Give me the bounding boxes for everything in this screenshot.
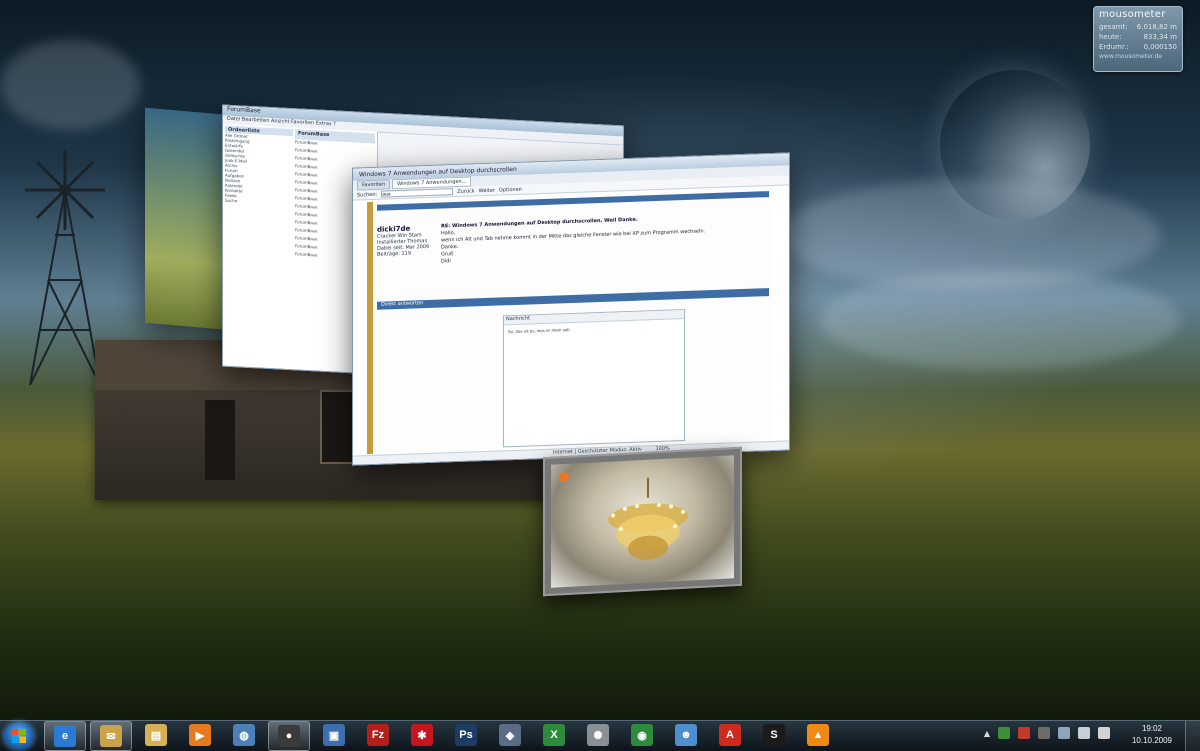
show-desktop-button[interactable] <box>1185 721 1200 751</box>
clock[interactable]: 19:02 10.10.2009 <box>1132 723 1172 747</box>
system-tray: ▲ <box>984 727 1110 739</box>
globe-icon: ◍ <box>233 724 255 746</box>
explorer-icon: ▤ <box>145 724 167 746</box>
gadget-value: 833,34 m <box>1143 33 1177 41</box>
taskbar-app-remote[interactable]: ▣ <box>314 721 354 749</box>
taskbar-app-satellite[interactable]: ✺ <box>578 721 618 749</box>
internet-explorer-icon: e <box>54 725 76 747</box>
post-body: RE: Windows 7 Anwendungen auf Desktop du… <box>441 212 767 265</box>
media-player-icon: ▶ <box>189 724 211 746</box>
browser-window[interactable]: Windows 7 Anwendungen auf Desktop durchs… <box>352 152 790 466</box>
tray-app-icon[interactable] <box>998 727 1010 739</box>
clock-date: 10.10.2009 <box>1131 736 1172 745</box>
eye-icon: ◉ <box>631 724 653 746</box>
messenger-icon: ☻ <box>675 724 697 746</box>
photo-viewer-window[interactable] <box>543 446 742 597</box>
flag-icon[interactable] <box>1098 727 1110 739</box>
start-button[interactable] <box>4 722 34 750</box>
taskbar-app-explorer[interactable]: ▤ <box>136 721 176 749</box>
steam-icon: S <box>763 724 785 746</box>
back-button[interactable]: Zurück <box>457 188 474 195</box>
gadget-title: mousometer <box>1099 9 1166 20</box>
taskbar-app-globe[interactable]: ◍ <box>224 721 264 749</box>
gadget-label: heute: <box>1099 33 1122 41</box>
moon <box>940 70 1090 220</box>
author-meta: Beiträge: 119 <box>377 250 412 258</box>
taskbar-app-excel[interactable]: X <box>534 721 574 749</box>
excel-icon: X <box>543 724 565 746</box>
satellite-icon: ✺ <box>587 724 609 746</box>
gadget-value: 6.018,82 m <box>1136 23 1177 31</box>
gadget-label: gesamt: <box>1099 23 1128 31</box>
search-input[interactable] <box>381 188 454 198</box>
tray-app-icon[interactable] <box>1038 727 1050 739</box>
cloud <box>0 40 140 130</box>
taskbar-app-steam[interactable]: S <box>754 721 794 749</box>
taskbar-app-filezilla[interactable]: Fz <box>358 721 398 749</box>
taskbar-app-vlc[interactable]: ▲ <box>798 721 838 749</box>
acrobat-icon: A <box>719 724 741 746</box>
gadget-row: heute: 833,34 m <box>1094 32 1182 42</box>
chandelier-image <box>608 477 688 560</box>
gadget-value: 0,000150 <box>1143 43 1177 51</box>
photoshop-icon: Ps <box>455 724 477 746</box>
clock-time: 19:02 <box>1141 724 1162 733</box>
taskbar-app-media-player[interactable]: ▶ <box>180 721 220 749</box>
taskbar: e ✉ ▤ ▶ ◍ ● ▣ Fz ✱ Ps ◆ X ✺ ◉ ☻ A S ▲ ▲ 19:02 10.10.2009 <box>0 720 1200 751</box>
tab-favorites[interactable]: Favoriten <box>357 179 391 191</box>
taskbar-app-box-app[interactable]: ◆ <box>490 721 530 749</box>
filezilla-icon: Fz <box>367 724 389 746</box>
search-label: Suchen: <box>357 191 378 198</box>
vlc-icon: ▲ <box>807 724 829 746</box>
network-icon[interactable] <box>1058 727 1070 739</box>
windows-logo-icon <box>12 729 26 743</box>
taskbar-app-puzzle[interactable]: ✱ <box>402 721 442 749</box>
taskbar-app-outlook[interactable]: ✉ <box>90 721 132 751</box>
outlook-icon: ✉ <box>100 725 122 747</box>
remote-icon: ▣ <box>323 724 345 746</box>
folder-tree[interactable]: Ordnerliste Alle Ordner Posteingang Entw… <box>223 123 296 370</box>
gadget-row: gesamt: 6.018,82 m <box>1094 22 1182 32</box>
taskbar-app-eye[interactable]: ◉ <box>622 721 662 749</box>
options-button[interactable]: Optionen <box>499 186 522 193</box>
box-app-icon: ◆ <box>499 724 521 746</box>
gadget-row: Erdumr.: 0,000150 <box>1094 42 1182 52</box>
gadget-url[interactable]: www.mousometer.de <box>1094 52 1182 61</box>
puzzle-icon: ✱ <box>411 724 433 746</box>
taskbar-app-messenger[interactable]: ☻ <box>666 721 706 749</box>
cloud <box>820 270 1180 370</box>
taskbar-app-internet-explorer[interactable]: e <box>44 721 86 751</box>
camera-icon: ● <box>278 725 300 747</box>
post-author-info: dicki7de Cracker Win Stars Installierter… <box>377 224 437 258</box>
reply-header: Direkt antworten <box>377 288 769 310</box>
volume-icon[interactable] <box>1078 727 1090 739</box>
mousometer-gadget[interactable]: mousometer gesamt: 6.018,82 m heute: 833… <box>1093 6 1183 72</box>
taskbar-app-photoshop[interactable]: Ps <box>446 721 486 749</box>
message-editor[interactable]: Nachricht So, das ist es, was er mein so… <box>503 309 685 448</box>
taskbar-app-acrobat[interactable]: A <box>710 721 750 749</box>
taskbar-apps: e ✉ ▤ ▶ ◍ ● ▣ Fz ✱ Ps ◆ X ✺ ◉ ☻ A S ▲ <box>44 721 838 751</box>
forum-page: dicki7de Cracker Win Stars Installierter… <box>367 187 773 455</box>
taskbar-app-camera[interactable]: ● <box>268 721 310 751</box>
chandelier-photo <box>551 455 734 588</box>
gadget-label: Erdumr.: <box>1099 43 1129 51</box>
tray-expand-icon[interactable]: ▲ <box>984 729 990 738</box>
forward-button[interactable]: Weiter <box>479 187 495 194</box>
tray-app-icon[interactable] <box>1018 727 1030 739</box>
